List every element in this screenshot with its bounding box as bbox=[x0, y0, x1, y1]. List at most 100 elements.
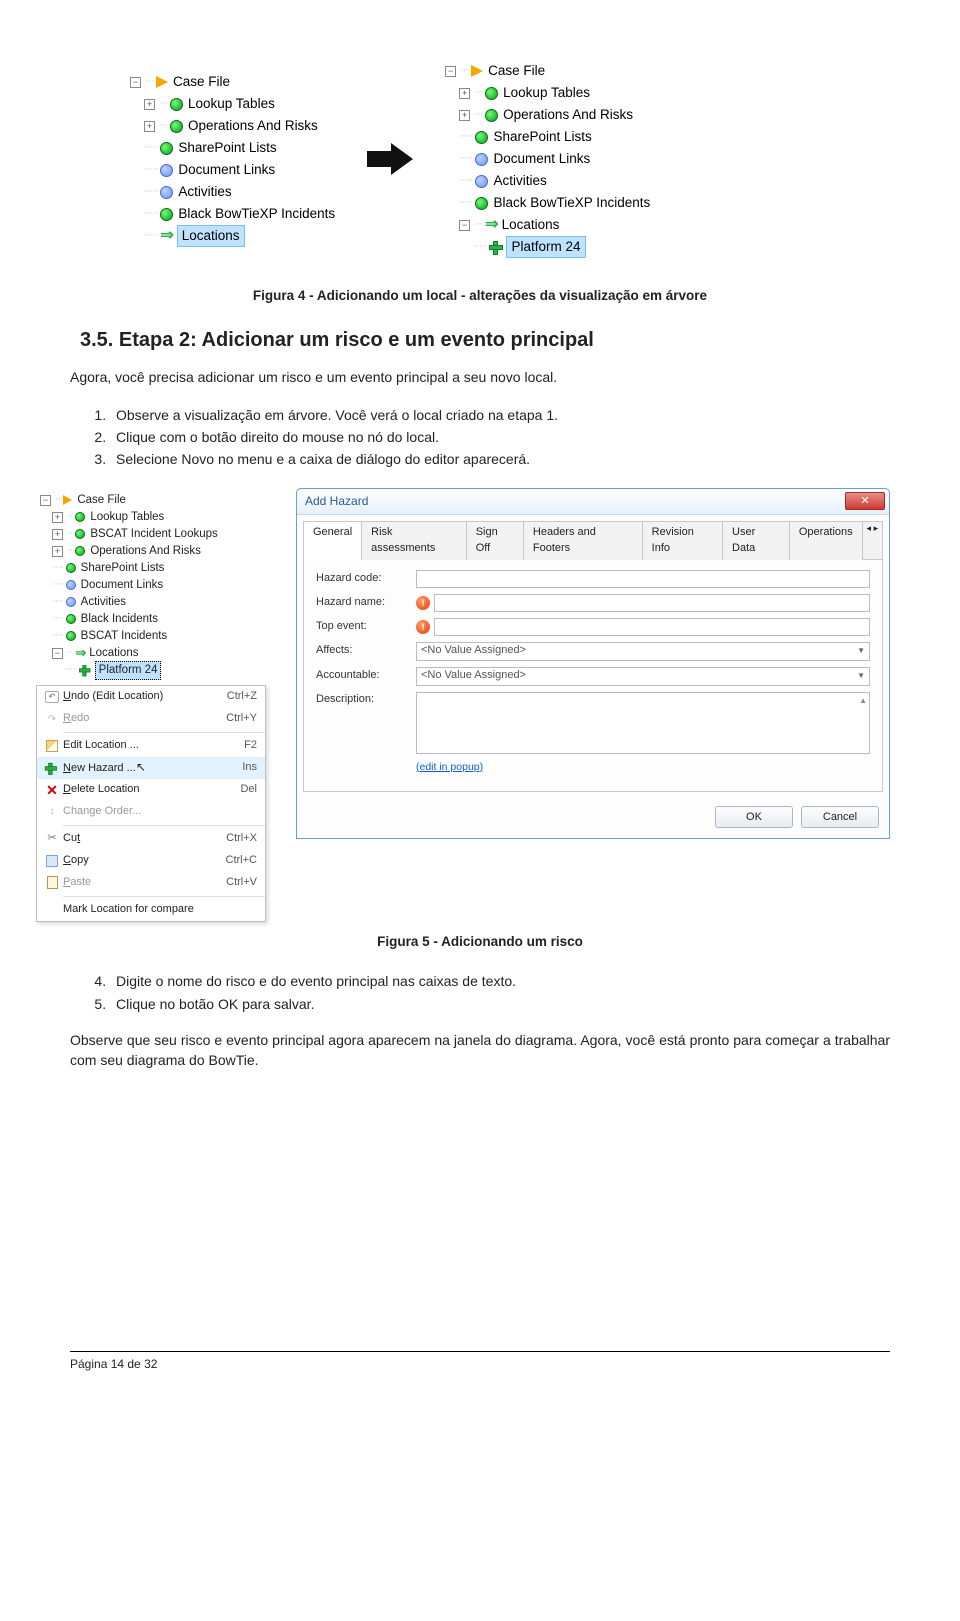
delete-icon: ✕ bbox=[46, 780, 58, 800]
step-item: Digite o nome do risco e do evento princ… bbox=[110, 971, 890, 991]
add-hazard-dialog: Add Hazard ✕ General Risk assessments Si… bbox=[296, 488, 890, 839]
label-accountable: Accountable: bbox=[316, 668, 416, 684]
menu-delete[interactable]: ✕Delete LocationDel bbox=[37, 779, 265, 801]
tab-scroll[interactable]: ◂ ▸ bbox=[862, 521, 883, 560]
tree-item: Activities bbox=[178, 182, 231, 202]
figure4-caption: Figura 4 - Adicionando um local - altera… bbox=[70, 286, 890, 306]
tree-item: Activities bbox=[493, 171, 546, 191]
tree-item: Lookup Tables bbox=[188, 94, 275, 114]
figure5-composite: −··Case File +··Lookup Tables +··BSCAT I… bbox=[40, 488, 890, 922]
edit-in-popup-link[interactable]: (edit in popup) bbox=[416, 760, 483, 775]
tab-operations[interactable]: Operations bbox=[789, 521, 863, 560]
warning-icon: ! bbox=[416, 620, 430, 634]
tree-item-selected[interactable]: Locations bbox=[177, 225, 245, 247]
tree-item: Lookup Tables bbox=[90, 509, 164, 526]
cancel-button[interactable]: Cancel bbox=[801, 806, 879, 828]
tree-item: Document Links bbox=[178, 160, 275, 180]
menu-paste: PasteCtrl+V bbox=[37, 872, 265, 894]
arrow-icon: ⇒ bbox=[75, 644, 86, 663]
ok-button[interactable]: OK bbox=[715, 806, 793, 828]
arrow-icon: ⇒ bbox=[160, 224, 173, 247]
label-hazard-name: Hazard name: bbox=[316, 595, 416, 611]
menu-change-order: ↕Change Order... bbox=[37, 801, 265, 823]
tree-item: Black BowTieXP Incidents bbox=[493, 193, 650, 213]
tab-headers[interactable]: Headers and Footers bbox=[523, 521, 643, 560]
tree-root: Case File bbox=[488, 61, 545, 81]
figure4-trees: −···Case File +···Lookup Tables +···Oper… bbox=[130, 60, 890, 258]
tree-item-new[interactable]: Platform 24 bbox=[506, 236, 585, 258]
order-icon: ↕ bbox=[50, 805, 55, 820]
menu-cut[interactable]: ✂CutCtrl+X bbox=[37, 828, 265, 850]
section-heading: 3.5. Etapa 2: Adicionar um risco e um ev… bbox=[70, 326, 890, 355]
tree-item: Operations And Risks bbox=[90, 543, 201, 560]
context-menu: ↶UUndo (Edit Location)ndo (Edit Location… bbox=[36, 685, 266, 922]
menu-undo[interactable]: ↶UUndo (Edit Location)ndo (Edit Location… bbox=[37, 686, 265, 708]
tree-item: Locations bbox=[502, 215, 560, 235]
tree-item: Operations And Risks bbox=[188, 116, 318, 136]
step-item: Observe a visualização em árvore. Você v… bbox=[110, 405, 890, 425]
cut-icon: ✂ bbox=[47, 831, 56, 847]
menu-new-hazard[interactable]: New Hazard ... ↖Ins bbox=[37, 757, 265, 779]
tree-item: Black BowTieXP Incidents bbox=[178, 204, 335, 224]
tree-item: Activities bbox=[81, 594, 126, 611]
tree5: −··Case File +··Lookup Tables +··BSCAT I… bbox=[40, 488, 266, 679]
undo-icon: ↶ bbox=[45, 691, 59, 703]
tree-right: −···Case File +···Lookup Tables +···Oper… bbox=[445, 60, 650, 258]
figure5-caption: Figura 5 - Adicionando um risco bbox=[70, 932, 890, 952]
tree-item: SharePoint Lists bbox=[493, 127, 591, 147]
tab-revision[interactable]: Revision Info bbox=[642, 521, 723, 560]
tab-risk[interactable]: Risk assessments bbox=[361, 521, 467, 560]
tree-item-selected[interactable]: Platform 24 bbox=[95, 661, 162, 680]
plus-icon bbox=[489, 241, 501, 253]
input-hazard-name[interactable] bbox=[434, 594, 870, 612]
label-affects: Affects: bbox=[316, 643, 416, 659]
tab-userdata[interactable]: User Data bbox=[722, 521, 790, 560]
redo-icon: ↷ bbox=[45, 713, 59, 725]
copy-icon bbox=[46, 855, 58, 867]
edit-icon bbox=[46, 740, 58, 752]
dialog-tabs: General Risk assessments Sign Off Header… bbox=[297, 515, 889, 560]
cursor-icon: ↖ bbox=[136, 760, 146, 774]
tree-item: Document Links bbox=[493, 149, 590, 169]
tree-item: Locations bbox=[89, 645, 138, 662]
label-description: Description: bbox=[316, 692, 416, 708]
tree-left: −···Case File +···Lookup Tables +···Oper… bbox=[130, 71, 335, 247]
menu-redo: ↷RedoCtrl+Y bbox=[37, 708, 265, 730]
tree-root: Case File bbox=[77, 492, 126, 509]
chevron-down-icon: ▼ bbox=[857, 645, 865, 657]
input-top-event[interactable] bbox=[434, 618, 870, 636]
tab-signoff[interactable]: Sign Off bbox=[466, 521, 524, 560]
outro-paragraph: Observe que seu risco e evento principal… bbox=[70, 1030, 890, 1071]
step-item: Clique no botão OK para salvar. bbox=[110, 994, 890, 1014]
steps-list-a: Observe a visualização em árvore. Você v… bbox=[110, 405, 890, 470]
label-hazard-code: Hazard code: bbox=[316, 571, 416, 587]
tab-general[interactable]: General bbox=[303, 521, 362, 560]
dialog-title: Add Hazard bbox=[305, 493, 368, 510]
chevron-down-icon: ▼ bbox=[857, 670, 865, 682]
plus-icon bbox=[79, 665, 89, 675]
select-accountable[interactable]: <No Value Assigned>▼ bbox=[416, 667, 870, 686]
input-hazard-code[interactable] bbox=[416, 570, 870, 588]
tree-item: Lookup Tables bbox=[503, 83, 590, 103]
tree-item: SharePoint Lists bbox=[81, 560, 165, 577]
tree-item: Operations And Risks bbox=[503, 105, 633, 125]
tree-item: BSCAT Incidents bbox=[81, 628, 168, 645]
steps-list-b: Digite o nome do risco e do evento princ… bbox=[110, 971, 890, 1014]
paste-icon bbox=[47, 876, 58, 889]
textarea-description[interactable]: ▲ bbox=[416, 692, 870, 754]
page-footer: Página 14 de 32 bbox=[70, 1351, 890, 1373]
big-arrow-icon bbox=[365, 139, 415, 179]
menu-copy[interactable]: CopyCtrl+C bbox=[37, 850, 265, 872]
step-item: Clique com o botão direito do mouse no n… bbox=[110, 427, 890, 447]
close-button[interactable]: ✕ bbox=[845, 492, 885, 510]
tree-item: Black Incidents bbox=[81, 611, 158, 628]
tree-item: Document Links bbox=[81, 577, 163, 594]
select-affects[interactable]: <No Value Assigned>▼ bbox=[416, 642, 870, 661]
menu-edit[interactable]: Edit Location ...F2 bbox=[37, 735, 265, 757]
label-top-event: Top event: bbox=[316, 619, 416, 635]
menu-mark-compare[interactable]: Mark Location for compare bbox=[37, 899, 265, 921]
intro-paragraph: Agora, você precisa adicionar um risco e… bbox=[70, 367, 890, 387]
step-item: Selecione Novo no menu e a caixa de diál… bbox=[110, 449, 890, 469]
tree-item: SharePoint Lists bbox=[178, 138, 276, 158]
warning-icon: ! bbox=[416, 596, 430, 610]
